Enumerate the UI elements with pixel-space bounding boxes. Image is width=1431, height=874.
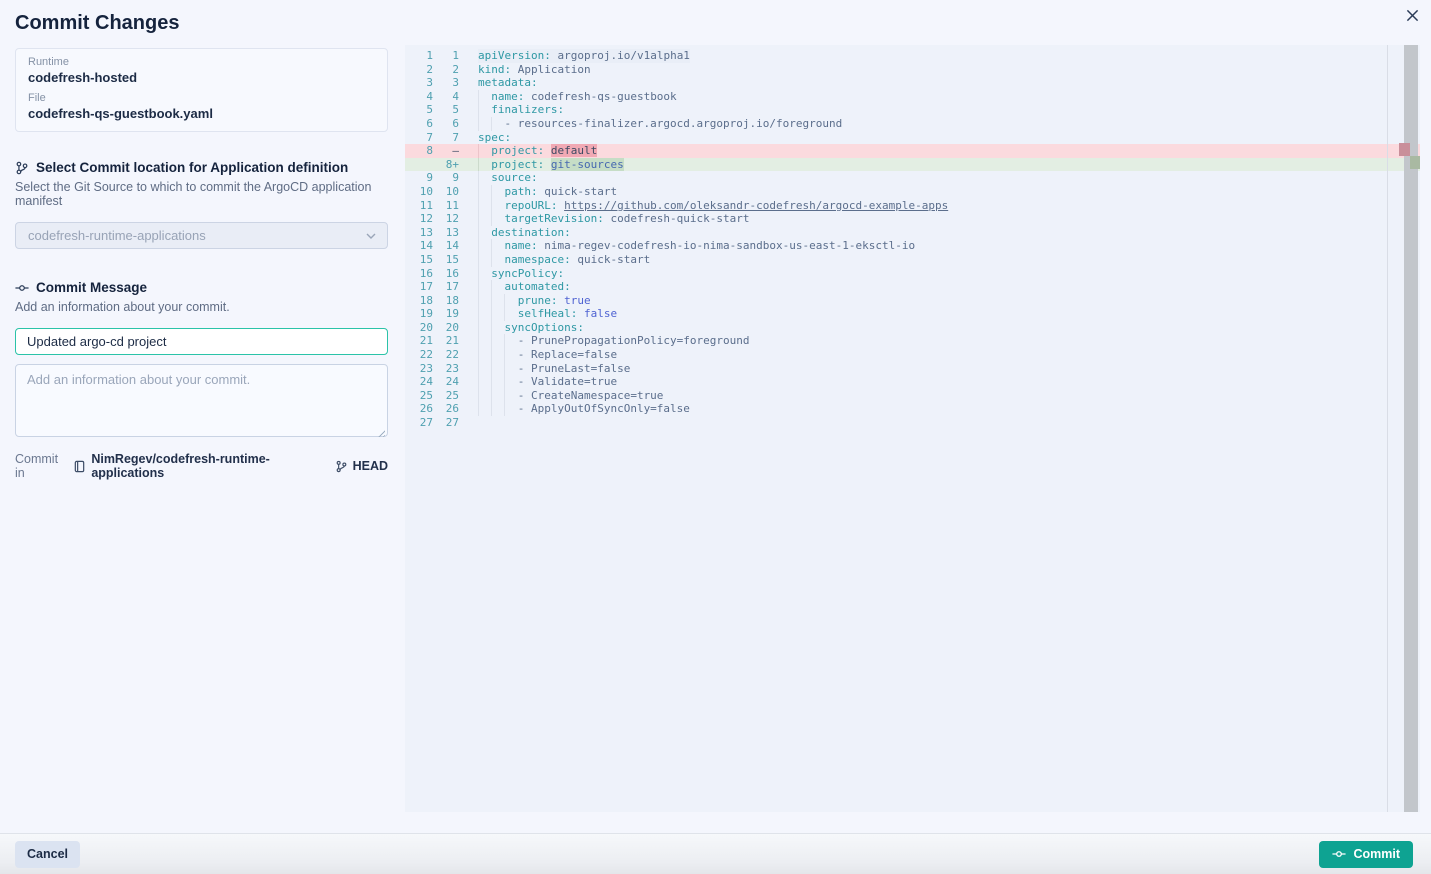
diff-line: 1414name: nima-regev-codefresh-io-nima-s… [405, 239, 1420, 253]
close-icon[interactable] [1401, 6, 1423, 28]
diff-line: 55finalizers: [405, 103, 1420, 117]
diff-editor[interactable]: 11apiVersion: argoproj.io/v1alpha122kind… [405, 45, 1420, 812]
diff-line: 66- resources-finalizer.argocd.argoproj.… [405, 117, 1420, 131]
diff-line: 1818prune: true [405, 294, 1420, 308]
diff-line: 11apiVersion: argoproj.io/v1alpha1 [405, 49, 1420, 63]
cancel-button[interactable]: Cancel [15, 841, 80, 868]
commit-description-textarea[interactable] [15, 364, 388, 437]
git-commit-icon [15, 281, 29, 295]
commit-message-section: Commit Message Add an information about … [15, 280, 388, 480]
diff-line: 2727 [405, 416, 1420, 430]
git-source-selected-value: codefresh-runtime-applications [28, 228, 206, 243]
diff-line: 77spec: [405, 131, 1420, 145]
commit-location-section: Select Commit location for Application d… [15, 160, 388, 249]
diff-line: 2626- ApplyOutOfSyncOnly=false [405, 402, 1420, 416]
diff-line: 2323- PruneLast=false [405, 362, 1420, 376]
diff-line: 1313destination: [405, 226, 1420, 240]
overview-deleted-mark [1399, 143, 1410, 156]
file-value: codefresh-qs-guestbook.yaml [28, 106, 375, 121]
commit-in-label: Commit in [15, 452, 68, 480]
diff-line: 99source: [405, 171, 1420, 185]
diff-line: 2020syncOptions: [405, 321, 1420, 335]
diff-line: 2525- CreateNamespace=true [405, 389, 1420, 403]
branch-ref-icon [335, 460, 348, 473]
diff-line: 1717automated: [405, 280, 1420, 294]
git-source-select[interactable]: codefresh-runtime-applications [15, 222, 388, 249]
commit-target-ref: HEAD [353, 459, 388, 473]
diff-line: 44name: codefresh-qs-guestbook [405, 90, 1420, 104]
commit-summary-input[interactable] [15, 328, 388, 355]
diff-line: 1212targetRevision: codefresh-quick-star… [405, 212, 1420, 226]
diff-viewport-rule [1387, 45, 1388, 812]
commit-button-label: Commit [1353, 847, 1400, 861]
commit-target: Commit in NimRegev/codefresh-runtime-app… [15, 452, 388, 480]
left-panel: Runtime codefresh-hosted File codefresh-… [15, 48, 388, 480]
diff-line: 1919selfHeal: false [405, 307, 1420, 321]
diff-line: 8–project: default [405, 144, 1420, 158]
git-branch-icon [15, 161, 29, 175]
diff-line: 1111repoURL: https://github.com/oleksand… [405, 199, 1420, 213]
page-title: Commit Changes [15, 12, 179, 35]
runtime-value: codefresh-hosted [28, 70, 375, 85]
commit-message-description: Add an information about your commit. [15, 300, 388, 314]
commit-target-repo: NimRegev/codefresh-runtime-applications [91, 452, 329, 480]
repository-icon [73, 460, 86, 473]
diff-line: 1515namespace: quick-start [405, 253, 1420, 267]
commit-button[interactable]: Commit [1319, 841, 1413, 868]
diff-line: 33metadata: [405, 76, 1420, 90]
diff-line: 2121- PrunePropagationPolicy=foreground [405, 334, 1420, 348]
diff-line: 22kind: Application [405, 63, 1420, 77]
diff-line: 2424- Validate=true [405, 375, 1420, 389]
info-card: Runtime codefresh-hosted File codefresh-… [15, 48, 388, 132]
commit-location-heading: Select Commit location for Application d… [36, 160, 348, 175]
footer: Cancel Commit [0, 833, 1431, 874]
commit-location-description: Select the Git Source to which to commit… [15, 180, 388, 208]
chevron-down-icon [365, 230, 377, 242]
overview-added-mark [1410, 156, 1420, 169]
diff-code: 11apiVersion: argoproj.io/v1alpha122kind… [405, 45, 1420, 430]
diff-line: 1616syncPolicy: [405, 267, 1420, 281]
diff-line: 8+project: git-sources [405, 158, 1420, 172]
diff-line: 1010path: quick-start [405, 185, 1420, 199]
runtime-label: Runtime [28, 56, 375, 68]
diff-line: 2222- Replace=false [405, 348, 1420, 362]
git-commit-icon [1332, 847, 1346, 861]
commit-message-heading: Commit Message [36, 280, 147, 295]
file-label: File [28, 92, 375, 104]
